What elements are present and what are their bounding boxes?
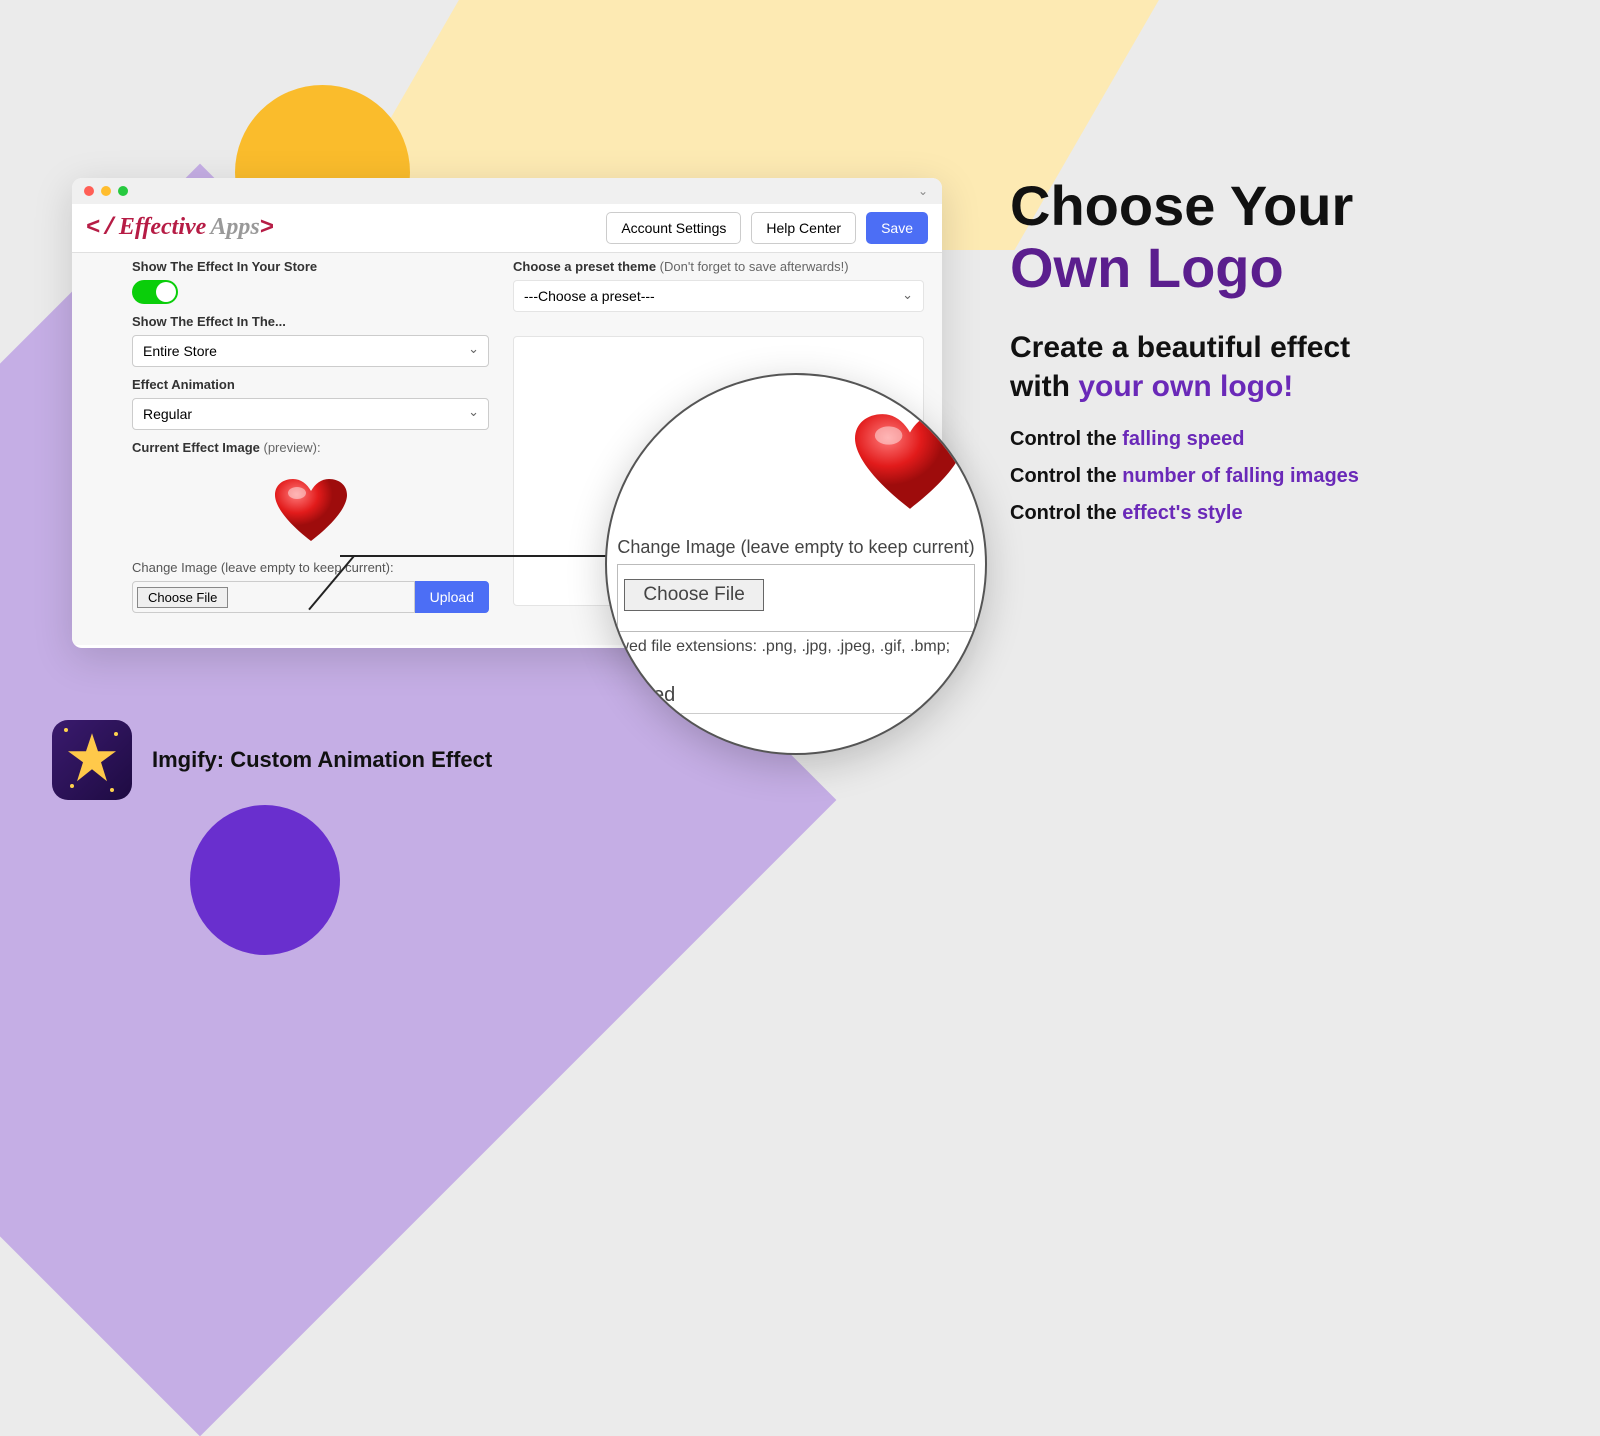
subheadline: Create a beautiful effect with your own … <box>1010 328 1550 406</box>
preset-select[interactable]: ---Choose a preset--- <box>514 281 923 311</box>
window-max-icon[interactable] <box>118 186 128 196</box>
heart-icon <box>132 461 489 552</box>
help-center-button[interactable]: Help Center <box>751 212 856 244</box>
zoom-change-image-label: Change Image (leave empty to keep curren… <box>617 537 974 558</box>
app-header: </ Effective Apps > Account Settings Hel… <box>72 204 942 253</box>
window-min-icon[interactable] <box>101 186 111 196</box>
marketing-copy: Choose Your Own Logo Create a beautiful … <box>1010 175 1550 525</box>
animation-select[interactable]: Regular <box>132 398 489 430</box>
window-close-icon[interactable] <box>84 186 94 196</box>
chevron-down-icon[interactable]: ⌄ <box>918 184 928 198</box>
show-in-select[interactable]: Entire Store <box>132 335 489 367</box>
zoom-lens: Change Image (leave empty to keep curren… <box>605 373 987 755</box>
allowed-extensions-label: wed file extensions: .png, .jpg, .jpeg, … <box>617 638 974 656</box>
connector-line <box>340 555 625 557</box>
preset-label: Choose a preset theme (Don't forget to s… <box>513 259 924 274</box>
show-effect-label: Show The Effect In Your Store <box>132 259 489 274</box>
app-logo: </ Effective Apps > <box>86 214 274 242</box>
headline: Choose Your Own Logo <box>1010 175 1550 298</box>
bullet-3: Control the effect's style <box>1010 502 1550 525</box>
app-icon <box>52 720 132 800</box>
choose-file-button[interactable]: Choose File <box>624 579 763 611</box>
save-button[interactable]: Save <box>866 212 928 244</box>
current-image-label: Current Effect Image (preview): <box>132 440 489 455</box>
app-name: Imgify: Custom Animation Effect <box>152 747 492 773</box>
speed-label: Speed <box>617 684 974 707</box>
animation-label: Effect Animation <box>132 377 489 392</box>
app-badge: Imgify: Custom Animation Effect <box>52 720 492 800</box>
bullet-2: Control the number of falling images <box>1010 465 1550 488</box>
window-titlebar: ⌄ <box>72 178 942 204</box>
change-image-label: Change Image (leave empty to keep curren… <box>132 560 489 575</box>
show-effect-toggle[interactable] <box>132 280 178 304</box>
heart-icon <box>617 414 974 517</box>
decor-purple-circle <box>190 805 340 955</box>
file-input[interactable]: Choose File <box>132 581 415 613</box>
choose-file-button[interactable]: Choose File <box>137 587 228 608</box>
show-in-label: Show The Effect In The... <box>132 314 489 329</box>
bullet-1: Control the falling speed <box>1010 428 1550 451</box>
upload-button[interactable]: Upload <box>415 581 489 613</box>
account-settings-button[interactable]: Account Settings <box>606 212 741 244</box>
